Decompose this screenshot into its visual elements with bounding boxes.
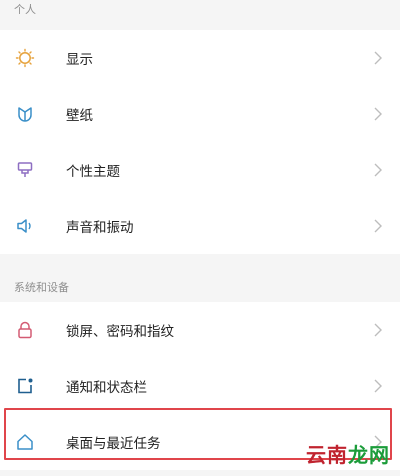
settings-item-wallpaper-label: 壁纸	[66, 108, 93, 124]
lock-icon	[14, 319, 36, 341]
section-personal-title: 个人	[14, 3, 36, 16]
settings-item-theme[interactable]: 个性主题	[0, 142, 400, 198]
settings-item-notification[interactable]: 通知和状态栏	[0, 358, 400, 414]
personal-group: 显示 壁纸 个性主题 声音和振动	[0, 30, 400, 254]
chevron-right-icon	[370, 106, 386, 122]
settings-item-theme-label: 个性主题	[66, 164, 120, 180]
settings-item-lockscreen-label: 锁屏、密码和指纹	[66, 324, 174, 340]
theme-brush-icon	[14, 159, 36, 181]
home-icon	[14, 431, 36, 453]
settings-item-wallpaper[interactable]: 壁纸	[0, 86, 400, 142]
section-divider	[0, 254, 400, 274]
watermark-text-1: 云南	[306, 443, 348, 467]
chevron-right-icon	[370, 50, 386, 66]
chevron-right-icon	[370, 322, 386, 338]
speaker-icon	[14, 215, 36, 237]
section-system-header: 系统和设备	[0, 274, 400, 302]
settings-item-display-label: 显示	[66, 52, 93, 68]
section-personal-header: 个人	[0, 0, 400, 30]
wallpaper-tulip-icon	[14, 103, 36, 125]
settings-item-notification-label: 通知和状态栏	[66, 380, 147, 396]
chevron-right-icon	[370, 218, 386, 234]
chevron-right-icon	[370, 162, 386, 178]
section-system-title: 系统和设备	[14, 281, 69, 294]
settings-item-display[interactable]: 显示	[0, 30, 400, 86]
display-sun-icon	[14, 47, 36, 69]
settings-item-sound-label: 声音和振动	[66, 220, 134, 236]
notification-icon	[14, 375, 36, 397]
settings-item-lockscreen[interactable]: 锁屏、密码和指纹	[0, 302, 400, 358]
settings-item-sound[interactable]: 声音和振动	[0, 198, 400, 254]
watermark-logo: 云南龙网	[306, 439, 390, 468]
watermark-text-2: 龙网	[348, 443, 390, 467]
chevron-right-icon	[370, 378, 386, 394]
